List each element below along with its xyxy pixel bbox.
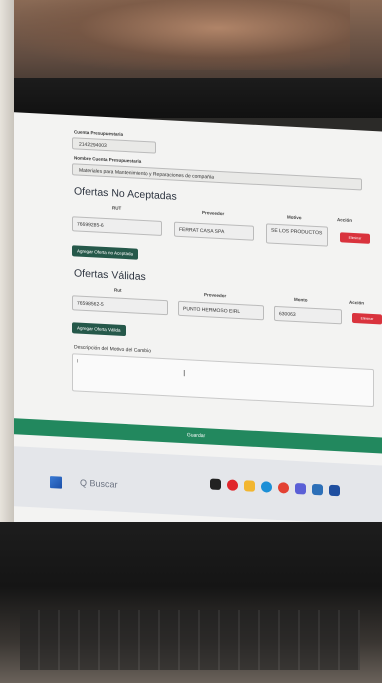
app-icon-2[interactable] (329, 484, 340, 497)
taskbar: Q Buscar (10, 446, 382, 526)
add-no-aceptada-button[interactable]: Agregar Oferta no Aceptada (72, 245, 139, 260)
teams-icon[interactable] (295, 482, 306, 495)
col-accion: Acción (337, 217, 353, 223)
cuenta-input[interactable]: 2142294003 (72, 137, 156, 154)
add-valida-button[interactable]: Agregar Oferta Válida (72, 322, 126, 337)
app-icon[interactable] (312, 483, 323, 496)
motivo-select[interactable]: SE LOS PRODUCTOS (266, 223, 328, 247)
file-explorer-icon[interactable] (244, 480, 255, 492)
proveedor-input[interactable]: PUNTO HERMOSO EIRL (178, 300, 264, 321)
keyboard (20, 610, 360, 670)
rut-input[interactable]: 76699285-6 (72, 215, 162, 236)
taskbar-icons (210, 478, 340, 497)
col-proveedor: Proveedor (202, 210, 225, 217)
form-content: Cuenta Presupuestaria 2142294003 Nombre … (72, 129, 382, 408)
task-view-icon[interactable] (210, 478, 221, 491)
col-accion: Acción (349, 299, 365, 306)
opera-icon[interactable] (227, 479, 238, 491)
descripcion-value: I (77, 358, 79, 365)
chrome-icon[interactable] (278, 482, 289, 494)
text-cursor-icon: I (183, 368, 186, 379)
edge-icon[interactable] (261, 481, 272, 493)
col-monto: Monto (294, 296, 308, 303)
col-proveedor: Proveedor (204, 292, 227, 299)
delete-button[interactable]: Eliminar (352, 312, 382, 324)
rut-input[interactable]: 76598562-5 (72, 295, 168, 316)
monto-input[interactable]: 630063 (274, 305, 342, 325)
browser-screen: Cuenta Presupuestaria 2142294003 Nombre … (10, 112, 382, 542)
proveedor-input[interactable]: FERRAT CASA SPA (174, 221, 254, 241)
start-icon[interactable] (50, 476, 62, 489)
delete-button[interactable]: Eliminar (340, 232, 370, 244)
taskbar-search[interactable]: Q Buscar (80, 478, 118, 490)
col-rut: Rut (114, 287, 122, 293)
col-motivo: Motivo (287, 214, 302, 221)
col-rut: RUT (112, 205, 122, 211)
monitor-bezel (0, 78, 382, 118)
